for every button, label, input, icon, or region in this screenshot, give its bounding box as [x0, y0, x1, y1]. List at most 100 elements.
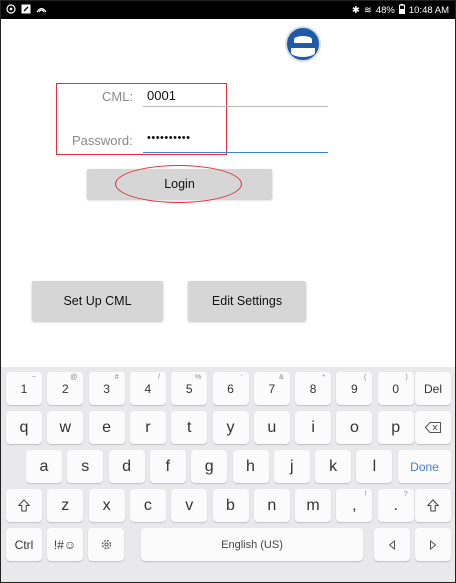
key-v[interactable]: v: [171, 489, 208, 522]
key-del[interactable]: Del: [415, 372, 451, 405]
key-a[interactable]: a: [26, 450, 62, 483]
key-r-label: r: [145, 418, 151, 436]
key-8-alt: *: [322, 374, 326, 381]
key-r[interactable]: r: [129, 411, 166, 444]
cml-input[interactable]: 0001: [143, 87, 328, 107]
key-period[interactable]: .?: [377, 489, 414, 522]
logo-wave-shape: [291, 48, 315, 57]
shift-icon: [18, 499, 30, 512]
key-e[interactable]: e: [88, 411, 125, 444]
wifi-icon: ≋: [363, 5, 372, 16]
key-2-alt: @: [70, 374, 78, 381]
key-1-label: 1: [20, 381, 28, 396]
key-w[interactable]: w: [47, 411, 84, 444]
key-i[interactable]: i: [295, 411, 332, 444]
key-comma-alt: !: [364, 491, 367, 498]
settings-key[interactable]: [88, 528, 124, 561]
key-3[interactable]: 3 #: [88, 372, 125, 405]
key-m-label: m: [306, 496, 320, 514]
key-p-label: p: [391, 418, 401, 436]
key-4-label: 4: [144, 381, 152, 396]
app-screen: ✱ ≋ 48% 10:48 AM CML: 0001 Password: •••…: [0, 0, 456, 583]
key-u-label: u: [267, 418, 277, 436]
key-2[interactable]: 2 @: [47, 372, 84, 405]
key-g[interactable]: g: [191, 450, 228, 483]
key-z[interactable]: z: [47, 489, 84, 522]
key-5[interactable]: 5%: [171, 372, 208, 405]
edit-settings-button[interactable]: Edit Settings: [188, 281, 306, 321]
backspace-key[interactable]: [415, 411, 451, 444]
key-comma[interactable]: ,!: [336, 489, 373, 522]
password-input-value: ••••••••••: [147, 132, 191, 144]
key-9[interactable]: 9(: [336, 372, 373, 405]
key-t[interactable]: t: [171, 411, 208, 444]
battery-icon: [398, 4, 405, 17]
key-h[interactable]: h: [232, 450, 269, 483]
key-f[interactable]: f: [149, 450, 186, 483]
space-key-label: English (US): [221, 538, 283, 551]
key-o-label: o: [349, 418, 359, 436]
key-5-alt: %: [194, 374, 202, 381]
key-p[interactable]: p: [377, 411, 414, 444]
key-j[interactable]: j: [273, 450, 310, 483]
password-input[interactable]: ••••••••••: [143, 131, 328, 153]
key-e-label: e: [102, 418, 112, 436]
key-7-alt: &: [279, 374, 284, 381]
key-m[interactable]: m: [295, 489, 332, 522]
key-v-label: v: [185, 496, 194, 514]
key-7[interactable]: 7 &: [253, 372, 290, 405]
cml-input-value: 0001: [147, 88, 176, 103]
key-8-label: 8: [309, 381, 317, 396]
key-9-alt: (: [364, 374, 367, 381]
key-4-alt: /: [157, 374, 160, 381]
setup-cml-button[interactable]: Set Up CML: [32, 281, 163, 321]
key-n[interactable]: n: [253, 489, 290, 522]
cursor-right-key[interactable]: [415, 528, 451, 561]
key-b-label: b: [226, 496, 235, 514]
key-l-label: l: [372, 457, 377, 475]
key-u[interactable]: u: [253, 411, 290, 444]
square-app-icon: [21, 4, 31, 17]
key-x[interactable]: x: [88, 489, 125, 522]
key-i-label: i: [311, 418, 315, 436]
key-c[interactable]: c: [129, 489, 166, 522]
done-key[interactable]: Done: [398, 450, 451, 483]
status-right: ✱ ≋ 48% 10:48 AM: [352, 4, 449, 17]
cursor-left-key[interactable]: [374, 528, 410, 561]
shift-key-right[interactable]: [415, 489, 451, 522]
key-3-alt: #: [114, 374, 119, 381]
key-period-label: .: [393, 496, 398, 514]
battery-percent: 48%: [375, 5, 395, 16]
left-arrow-icon: [388, 539, 395, 550]
password-label: Password:: [72, 133, 133, 148]
login-button[interactable]: Login: [87, 169, 272, 199]
clock: 10:48 AM: [408, 5, 449, 16]
circle-icon: [6, 4, 16, 17]
key-y[interactable]: y: [212, 411, 249, 444]
shift-key-left[interactable]: [6, 489, 42, 522]
key-l[interactable]: l: [356, 450, 393, 483]
key-s[interactable]: s: [67, 450, 104, 483]
key-q-label: q: [19, 418, 29, 436]
key-5-label: 5: [185, 381, 193, 396]
key-h-label: h: [246, 457, 255, 475]
key-4[interactable]: 4/: [129, 372, 166, 405]
key-period-alt: ?: [403, 491, 408, 498]
key-1[interactable]: 1 ~: [6, 372, 42, 405]
space-key[interactable]: English (US): [141, 528, 363, 561]
logo-bird-shape: [294, 36, 312, 43]
gear-icon: [101, 539, 111, 550]
right-arrow-icon: [430, 539, 437, 550]
ctrl-key[interactable]: Ctrl: [6, 528, 42, 561]
key-0[interactable]: 0): [377, 372, 414, 405]
key-k[interactable]: k: [315, 450, 352, 483]
symbols-key-label: !#☺: [53, 537, 77, 552]
key-6[interactable]: 6 ': [212, 372, 249, 405]
key-b[interactable]: b: [212, 489, 249, 522]
ctrl-key-label: Ctrl: [14, 537, 34, 552]
key-8[interactable]: 8 *: [295, 372, 332, 405]
key-d[interactable]: d: [108, 450, 145, 483]
key-q[interactable]: q: [6, 411, 42, 444]
key-o[interactable]: o: [336, 411, 373, 444]
symbols-key[interactable]: !#☺: [47, 528, 83, 561]
